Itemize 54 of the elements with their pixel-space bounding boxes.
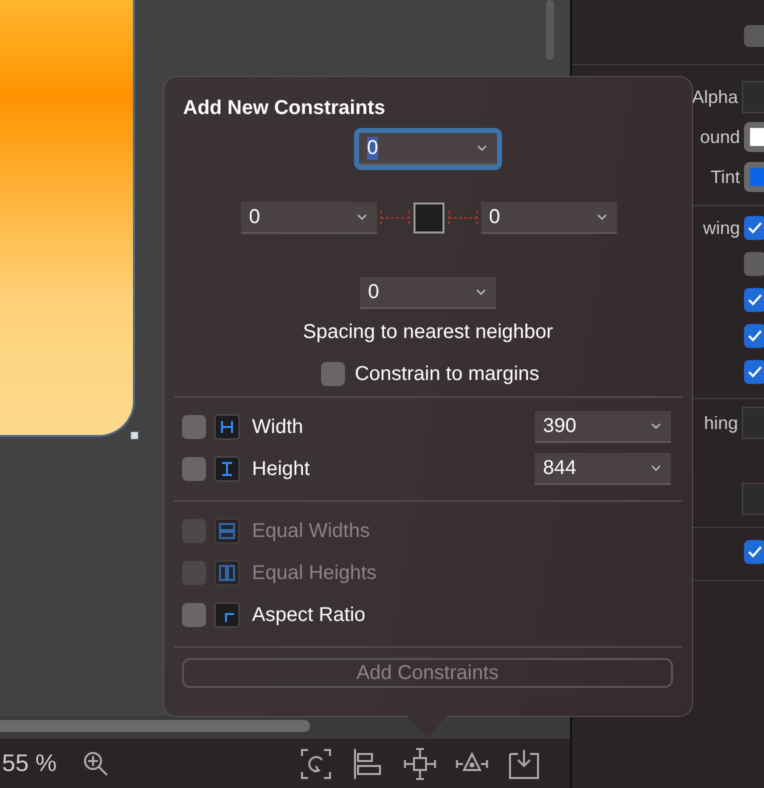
chevron-down-icon [597, 214, 607, 220]
spacing-field[interactable]: 0 [360, 277, 496, 309]
value-field[interactable]: 844 [535, 453, 671, 485]
view-square-icon [413, 202, 445, 234]
inspector-label: ound [700, 126, 740, 148]
checkmark-icon [748, 366, 762, 378]
pin-icon[interactable] [404, 748, 436, 780]
checkbox[interactable] [744, 324, 764, 348]
constraint-label: Width [252, 416, 304, 438]
height-icon [214, 456, 240, 482]
columns-icon [214, 560, 240, 586]
zoom-level: 55 % [2, 750, 58, 778]
stacked-bars-icon [214, 518, 240, 544]
spacing-field[interactable]: 0 [481, 202, 617, 234]
inspector-label: Tint [710, 166, 740, 188]
checkbox[interactable] [320, 362, 345, 386]
checkbox-label: Constrain to margins [354, 362, 540, 386]
checkbox[interactable] [182, 415, 206, 439]
inspector-label: hing [704, 412, 738, 434]
scroll-track [546, 0, 554, 60]
zoom-in-icon[interactable] [82, 750, 110, 778]
constraint-label: Height [252, 458, 311, 480]
refresh-icon[interactable] [300, 748, 332, 780]
checkbox[interactable] [744, 252, 764, 276]
checkbox[interactable] [744, 216, 764, 240]
checkbox[interactable] [744, 360, 764, 384]
checkmark-icon [748, 330, 762, 342]
align-icon[interactable] [352, 748, 384, 780]
chevron-down-icon [476, 289, 486, 295]
checkmark-icon [748, 222, 762, 234]
chevron-down-icon [651, 465, 661, 471]
checkbox[interactable] [182, 603, 206, 627]
inspector-label: wing [702, 218, 740, 238]
width-icon [214, 414, 240, 440]
aspect-ratio-icon [214, 602, 240, 628]
value-field[interactable]: 390 [535, 411, 671, 443]
chevron-down-icon [357, 214, 367, 220]
scroll-thumb[interactable] [0, 720, 310, 732]
checkbox[interactable] [744, 540, 764, 564]
inspector-label: Alpha [692, 86, 738, 108]
constraint-label: Aspect Ratio [252, 604, 366, 626]
chevron-down-icon [477, 145, 487, 151]
checkbox[interactable] [744, 288, 764, 312]
resize-handle[interactable] [130, 431, 139, 440]
checkbox[interactable] [182, 457, 206, 481]
constraint-label: Equal Widths [252, 520, 371, 542]
checkmark-icon [748, 546, 762, 558]
chevron-down-icon [651, 423, 661, 429]
checkmark-icon [748, 294, 762, 306]
download-tray-icon[interactable] [508, 748, 540, 780]
constraint-label: Equal Heights [252, 562, 378, 584]
popover-title: Add New Constraints [182, 97, 386, 121]
spacing-field[interactable]: 0 [241, 202, 377, 234]
spacing-caption: Spacing to nearest neighbor [302, 321, 554, 344]
